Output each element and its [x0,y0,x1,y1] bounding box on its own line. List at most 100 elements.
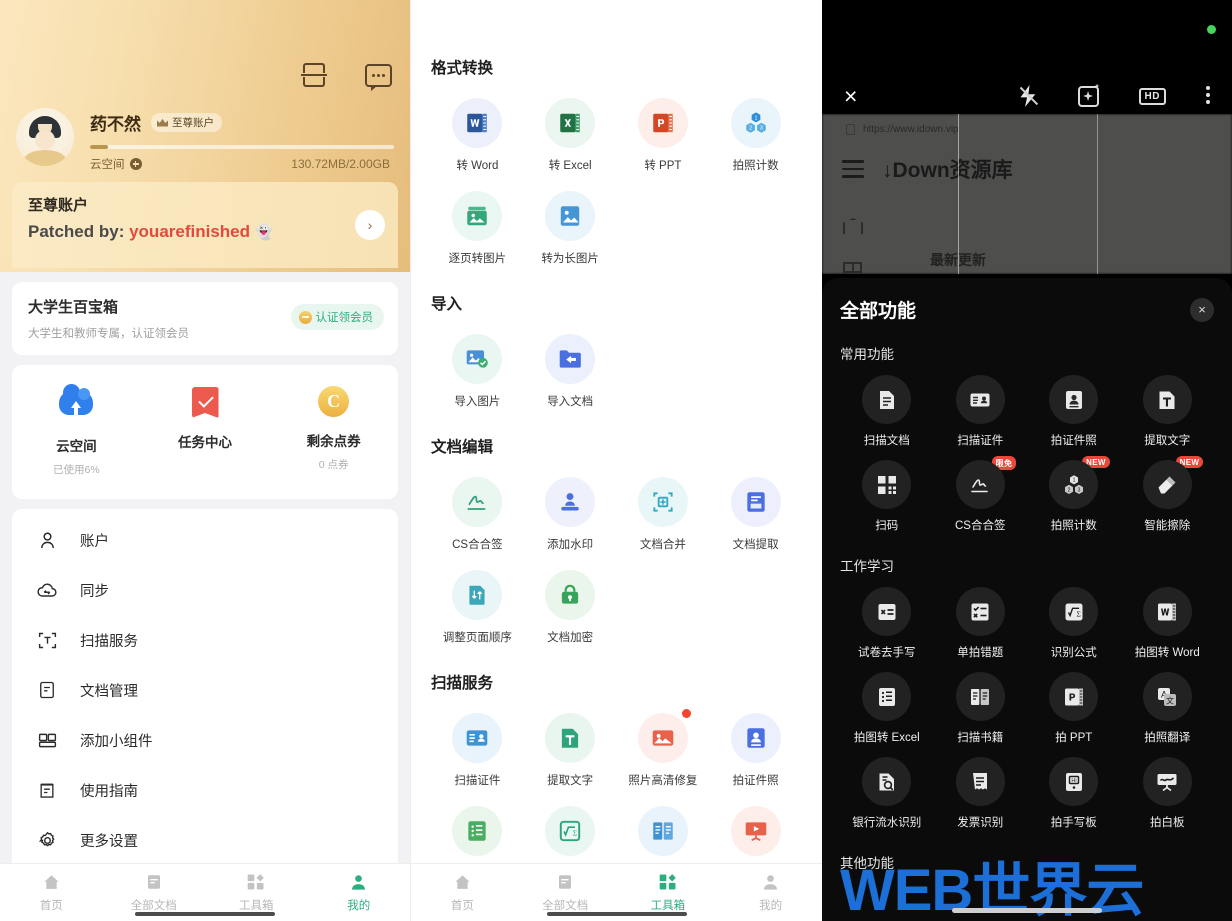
func-label: 扫描证件 [957,435,1004,447]
func-scan-book[interactable]: 扫描书籍 [934,662,1028,747]
close-icon[interactable]: × [1190,297,1214,322]
tool-id-photo[interactable]: 拍证件照 [709,699,802,792]
stat-remaining-coupons[interactable]: C 剩余点券 0 点券 [269,385,398,477]
scan-id-icon [452,713,503,763]
tool-import-doc[interactable]: 导入文档 [524,320,617,413]
tab-profile[interactable]: 我的 [308,864,411,921]
enhance-icon[interactable] [1077,85,1099,107]
func-photo-translate[interactable]: A文 拍照翻译 [1121,662,1215,747]
tool-to-word[interactable]: 转 Word [431,84,524,177]
tool-long-image[interactable]: 转为长图片 [524,177,617,270]
func-wrong-question[interactable]: 单拍错题 [934,577,1028,662]
preview-url: https://www.idown.vip [846,124,959,135]
patched-prefix: Patched by: [28,222,125,241]
tool-scan-id[interactable]: 扫描证件 [431,699,524,792]
avatar[interactable] [16,108,74,166]
menu-item-add-widget[interactable]: 添加小组件 [12,715,398,765]
all-docs-icon [514,871,617,893]
tool-to-ppt[interactable]: 转 PPT [617,84,710,177]
sheet-header: 全部功能 × [840,296,1214,323]
chevron-right-icon[interactable]: › [355,210,385,240]
tool-reorder-pages[interactable]: 调整页面顺序 [431,556,524,649]
vip-badge[interactable]: 至尊账户 [151,113,222,132]
func-formula[interactable]: Σ 识别公式 [1027,577,1121,662]
tab-label: 首页 [450,900,474,912]
func-smart-eraser[interactable]: NEW 智能擦除 [1121,450,1215,535]
tool-label: 逐页转图片 [448,253,507,265]
func-photo-to-excel[interactable]: 拍图转 Excel [840,662,934,747]
verify-membership-button[interactable]: 认证领会员 [290,304,384,330]
stat-label: 云空间 [56,439,97,454]
id-photo-icon [1049,375,1099,424]
toolbox-scroll-area: 格式转换 转 Word 转 Excel 转 PPT 1 2 3 拍照计数 逐页转… [411,0,822,921]
tool-label: 文档加密 [547,632,594,644]
toolbox-icon [617,871,720,893]
menu-item-doc-management[interactable]: 文档管理 [12,665,398,715]
hd-icon[interactable]: HD [1138,87,1166,105]
tool-photo-restore[interactable]: 照片高清修复 [617,699,710,792]
func-handwriting-pad[interactable]: Hi 拍手写板 [1027,747,1121,832]
cloud-space-link[interactable]: 云空间 [90,156,142,172]
tab-profile[interactable]: 我的 [719,864,822,921]
tool-pages-to-image[interactable]: 逐页转图片 [431,177,524,270]
tool-extract-doc[interactable]: 文档提取 [709,463,802,556]
tool-merge-doc[interactable]: 文档合并 [617,463,710,556]
person-icon [36,529,58,551]
func-whiteboard[interactable]: 拍白板 [1121,747,1215,832]
func-qr-scan[interactable]: 扫码 [840,450,934,535]
close-icon[interactable]: × [844,84,857,108]
scan-icon[interactable] [301,62,327,88]
func-photo-to-word[interactable]: 拍图转 Word [1121,577,1215,662]
word-icon [452,98,503,148]
svg-text:1: 1 [754,115,757,121]
guide-icon [36,779,58,801]
cloud-space-label: 云空间 [90,159,125,171]
stat-task-center[interactable]: 任务中心 [141,385,270,477]
import-doc-icon [545,334,596,384]
camera-all-functions-panel: × HD https://www.idown.vip ↓Down资源库 最新更新 [822,0,1232,921]
translate-icon: A文 [1142,672,1192,721]
student-kit-card[interactable]: 大学生百宝箱 大学生和教师专属，认证领会员 认证领会员 [12,282,398,355]
flash-off-icon[interactable] [1019,85,1038,107]
func-scan-doc[interactable]: 扫描文档 [840,365,934,450]
tool-encrypt-doc[interactable]: 文档加密 [524,556,617,649]
func-bank-statement[interactable]: 银行流水识别 [840,747,934,832]
plus-icon[interactable] [129,158,142,170]
func-shoot-ppt[interactable]: 拍 PPT [1027,662,1121,747]
preview-guide-line [958,114,959,274]
func-label: 拍证件照 [1050,435,1097,447]
menu-item-account[interactable]: 账户 [12,515,398,565]
func-label: 拍照计数 [1050,520,1097,532]
func-photo-count[interactable]: NEW 123 拍照计数 [1027,450,1121,535]
tool-extract-text[interactable]: 提取文字 [524,699,617,792]
more-icon[interactable] [1206,85,1210,107]
tab-home[interactable]: 首页 [411,864,514,921]
tool-import-image[interactable]: 导入图片 [431,320,524,413]
menu-item-sync[interactable]: 同步 [12,565,398,615]
menu-item-scan-service[interactable]: 扫描服务 [12,615,398,665]
excel-icon [545,98,596,148]
new-dot-badge [681,709,691,718]
crown-icon [157,119,168,127]
message-icon[interactable] [365,63,392,91]
func-extract-text[interactable]: 提取文字 [1121,365,1215,450]
func-scan-id[interactable]: 扫描证件 [934,365,1028,450]
tool-watermark[interactable]: 添加水印 [524,463,617,556]
tool-to-excel[interactable]: 转 Excel [524,84,617,177]
vip-promo-card[interactable]: 至尊账户 Patched by: youarefinished 👻 › [12,182,398,268]
func-id-photo[interactable]: 拍证件照 [1027,365,1121,450]
func-invoice[interactable]: 发票识别 [934,747,1028,832]
func-exam-clean[interactable]: 试卷去手写 [840,577,934,662]
tab-home[interactable]: 首页 [0,864,103,921]
reorder-pages-icon [452,570,503,620]
stat-cloud-space[interactable]: 云空间 已使用6% [12,384,141,477]
tool-cs-signature[interactable]: CS合合签 [431,463,524,556]
preview-blur-layer [822,114,1232,274]
tool-photo-count[interactable]: 12 3 拍照计数 [709,84,802,177]
menu-item-user-guide[interactable]: 使用指南 [12,765,398,815]
menu-item-more-settings[interactable]: 更多设置 [12,815,398,865]
func-cs-signature[interactable]: 限免 CS合合签 [934,450,1028,535]
user-summary[interactable]: 药不然 至尊账户 云空间 130.72MB/2.00GB [16,108,394,172]
tool-label: 转 PPT [644,160,682,172]
tool-label: 扫描证件 [454,775,501,787]
